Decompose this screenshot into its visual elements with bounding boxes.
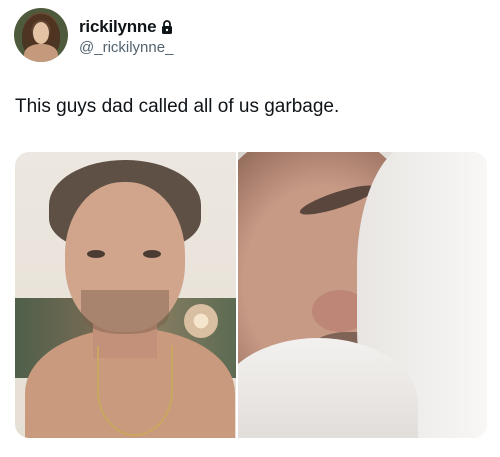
author-names: rickilynne @_rickilynne_: [79, 17, 173, 56]
photo-right[interactable]: [238, 152, 487, 438]
photo-left[interactable]: [15, 152, 236, 438]
handle[interactable]: @_rickilynne_: [79, 39, 173, 56]
avatar[interactable]: [14, 8, 68, 62]
lock-icon: [161, 19, 173, 34]
media-grid: [15, 152, 487, 438]
display-name[interactable]: rickilynne: [79, 17, 157, 37]
tweet-text: This guys dad called all of us garbage.: [15, 96, 340, 117]
tweet-header: rickilynne @_rickilynne_: [14, 8, 173, 62]
